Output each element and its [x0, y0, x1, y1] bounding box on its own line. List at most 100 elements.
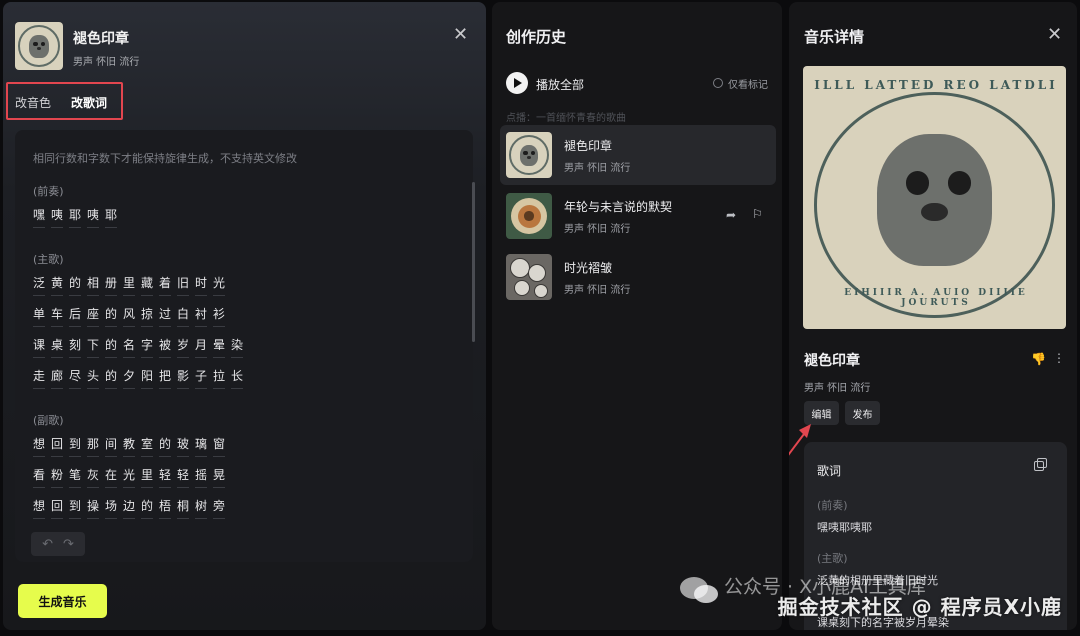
lyric-char[interactable]: 的	[105, 367, 117, 389]
lyric-char[interactable]: 单	[33, 305, 45, 327]
lyric-char[interactable]: 粉	[51, 466, 63, 488]
lyric-char[interactable]: 过	[159, 305, 171, 327]
lyric-char[interactable]: 耶	[69, 206, 81, 228]
lyric-char[interactable]: 月	[195, 336, 207, 358]
lyric-char[interactable]: 风	[123, 305, 135, 327]
share-icon[interactable]: ➦	[726, 208, 736, 222]
lyric-char[interactable]: 里	[141, 466, 153, 488]
lyric-char[interactable]: 的	[105, 305, 117, 327]
lyric-char[interactable]: 课	[33, 336, 45, 358]
lyric-line[interactable]: 嘿咦耶咦耶	[33, 206, 117, 228]
lyric-char[interactable]: 泛	[33, 274, 45, 296]
history-item[interactable]: 年轮与未言说的默契 男声 怀旧 流行 ➦ ⚐	[500, 186, 776, 246]
lyric-char[interactable]: 染	[231, 336, 243, 358]
lyric-char[interactable]: 桐	[177, 497, 189, 519]
lyric-char[interactable]: 时	[195, 274, 207, 296]
lyric-char[interactable]: 着	[159, 274, 171, 296]
lyric-char[interactable]: 后	[69, 305, 81, 327]
lyric-char[interactable]: 的	[105, 336, 117, 358]
lyric-char[interactable]: 白	[177, 305, 189, 327]
lyric-char[interactable]: 璃	[195, 435, 207, 457]
lyric-char[interactable]: 笔	[69, 466, 81, 488]
tab-change-voice[interactable]: 改音色	[15, 94, 51, 111]
lyric-char[interactable]: 的	[69, 274, 81, 296]
lyric-char[interactable]: 的	[159, 435, 171, 457]
lyric-char[interactable]: 到	[69, 435, 81, 457]
close-icon[interactable]: ✕	[453, 24, 468, 45]
publish-button[interactable]: 发布	[845, 401, 880, 425]
lyric-char[interactable]: 字	[141, 336, 153, 358]
lyric-char[interactable]: 里	[123, 274, 135, 296]
lyric-line[interactable]: 想回到那间教室的玻璃窗	[33, 435, 225, 457]
lyric-char[interactable]: 车	[51, 305, 63, 327]
lyric-char[interactable]: 晕	[213, 336, 225, 358]
lyric-char[interactable]: 轻	[159, 466, 171, 488]
lyric-char[interactable]: 窗	[213, 435, 225, 457]
lyric-char[interactable]: 被	[159, 336, 171, 358]
lyric-char[interactable]: 咦	[87, 206, 99, 228]
lyric-char[interactable]: 场	[105, 497, 117, 519]
lyric-char[interactable]: 走	[33, 367, 45, 389]
generate-music-button[interactable]: 生成音乐	[18, 584, 107, 618]
lyric-char[interactable]: 下	[87, 336, 99, 358]
lyric-char[interactable]: 咦	[51, 206, 63, 228]
lyric-char[interactable]: 的	[141, 497, 153, 519]
lyric-char[interactable]: 廊	[51, 367, 63, 389]
lyric-char[interactable]: 回	[51, 497, 63, 519]
play-all-button[interactable]: 播放全部	[536, 76, 584, 93]
lyric-char[interactable]: 边	[123, 497, 135, 519]
lyric-char[interactable]: 灰	[87, 466, 99, 488]
lyric-char[interactable]: 树	[195, 497, 207, 519]
lyric-char[interactable]: 看	[33, 466, 45, 488]
lyric-char[interactable]: 间	[105, 435, 117, 457]
lyric-char[interactable]: 桌	[51, 336, 63, 358]
edit-button[interactable]: 编辑	[804, 401, 839, 425]
tab-change-lyrics[interactable]: 改歌词	[71, 94, 107, 111]
lyric-char[interactable]: 在	[105, 466, 117, 488]
lyric-char[interactable]: 旧	[177, 274, 189, 296]
lyric-line[interactable]: 课桌刻下的名字被岁月晕染	[33, 336, 243, 358]
lyric-char[interactable]: 影	[177, 367, 189, 389]
lyric-char[interactable]: 子	[195, 367, 207, 389]
lyric-line[interactable]: 看粉笔灰在光里轻轻摇晃	[33, 466, 225, 488]
history-item[interactable]: 褪色印章 男声 怀旧 流行	[500, 125, 776, 185]
lyric-char[interactable]: 座	[87, 305, 99, 327]
lyric-char[interactable]: 回	[51, 435, 63, 457]
lyric-char[interactable]: 想	[33, 497, 45, 519]
lyric-char[interactable]: 教	[123, 435, 135, 457]
lyric-char[interactable]: 操	[87, 497, 99, 519]
close-icon[interactable]: ✕	[1047, 24, 1062, 45]
lyric-char[interactable]: 玻	[177, 435, 189, 457]
lyric-char[interactable]: 刻	[69, 336, 81, 358]
lyric-char[interactable]: 岁	[177, 336, 189, 358]
lyric-char[interactable]: 光	[213, 274, 225, 296]
redo-icon[interactable]: ↷	[63, 537, 74, 552]
lyric-line[interactable]: 走廊尽头的夕阳把影子拉长	[33, 367, 243, 389]
lyric-char[interactable]: 尽	[69, 367, 81, 389]
only-marked-radio[interactable]	[713, 78, 723, 88]
lyric-char[interactable]: 那	[87, 435, 99, 457]
undo-redo-controls[interactable]: ↶ ↷	[31, 532, 85, 556]
lyric-char[interactable]: 拉	[213, 367, 225, 389]
bookmark-icon[interactable]: ⚐	[752, 207, 763, 221]
lyric-char[interactable]: 光	[123, 466, 135, 488]
lyric-char[interactable]: 夕	[123, 367, 135, 389]
lyric-char[interactable]: 把	[159, 367, 171, 389]
lyric-char[interactable]: 摇	[195, 466, 207, 488]
lyric-char[interactable]: 梧	[159, 497, 171, 519]
lyric-line[interactable]: 单车后座的风掠过白衬衫	[33, 305, 225, 327]
lyric-line[interactable]: 泛黄的相册里藏着旧时光	[33, 274, 225, 296]
more-icon[interactable]: ⋮	[1053, 351, 1065, 365]
history-item[interactable]: 时光褶皱 男声 怀旧 流行	[500, 247, 776, 307]
lyric-line[interactable]: 想回到操场边的梧桐树旁	[33, 497, 225, 519]
lyric-char[interactable]: 衬	[195, 305, 207, 327]
lyric-char[interactable]: 头	[87, 367, 99, 389]
scrollbar[interactable]	[472, 182, 475, 342]
lyric-char[interactable]: 到	[69, 497, 81, 519]
dislike-icon[interactable]: 👎	[1031, 352, 1046, 366]
lyric-char[interactable]: 嘿	[33, 206, 45, 228]
lyric-char[interactable]: 长	[231, 367, 243, 389]
lyric-char[interactable]: 耶	[105, 206, 117, 228]
lyric-char[interactable]: 册	[105, 274, 117, 296]
lyric-char[interactable]: 掠	[141, 305, 153, 327]
